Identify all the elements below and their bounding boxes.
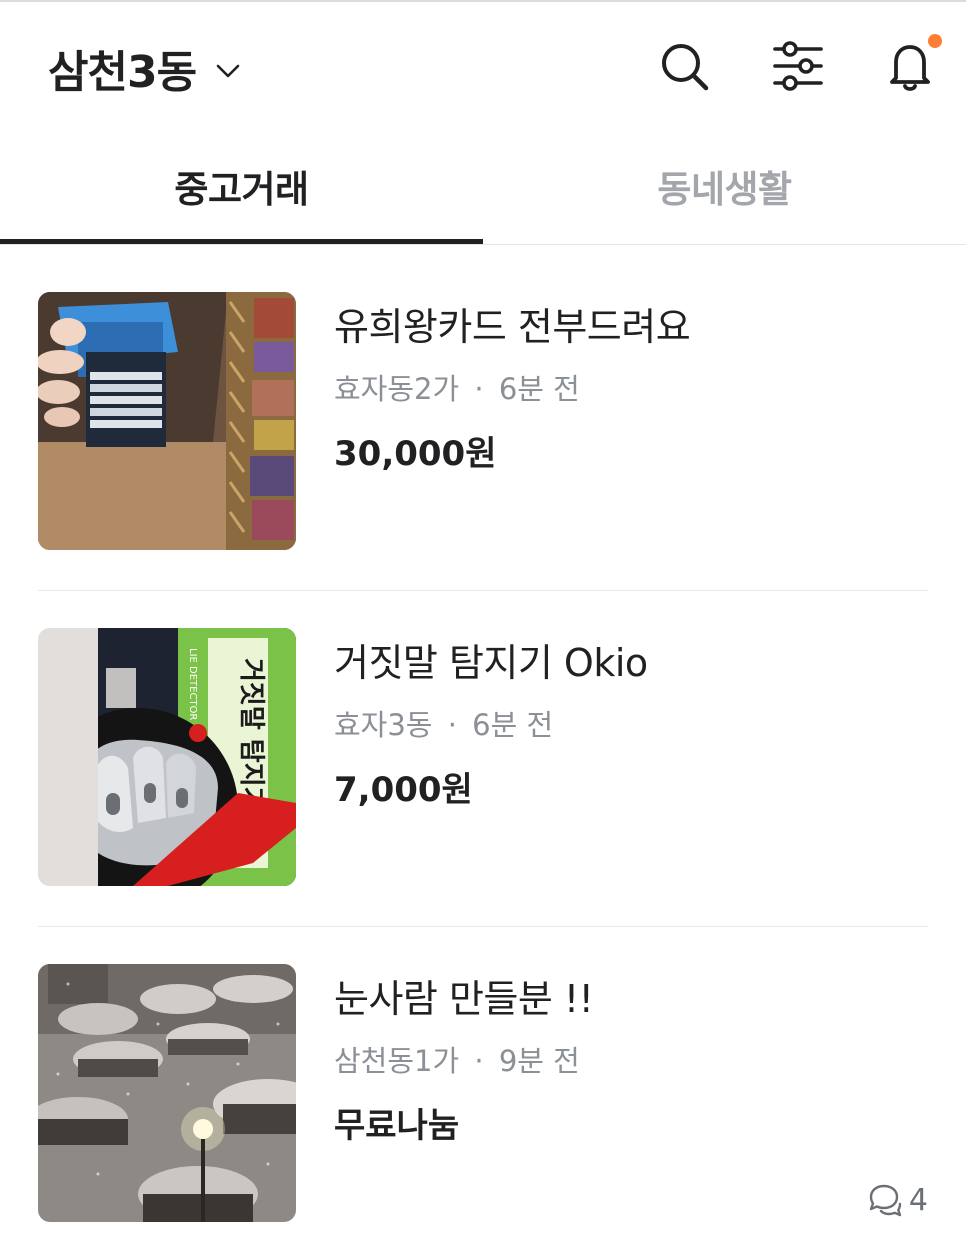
list-item[interactable]: 눈사람 만들분 !! 삼천동1가 · 9분 전 무료나눔 4 (38, 964, 928, 1224)
item-title: 거짓말 탐지기 Okio (334, 641, 648, 685)
search-icon (662, 44, 709, 91)
tab-neighborhood-life[interactable]: 동네생활 (483, 130, 966, 242)
item-thumbnail: 거짓말 탐지기 LIE DETECTOR 2 GAME MODE (38, 628, 296, 886)
list-item[interactable]: 거짓말 탐지기 LIE DETECTOR 2 GAME MODE 거짓말 탐지기… (38, 628, 928, 888)
notification-badge (928, 34, 942, 48)
tabs-divider (0, 244, 966, 245)
chat-bubble-icon (869, 1184, 902, 1217)
item-thumbnail (38, 964, 296, 1222)
item-thumbnail (38, 292, 296, 550)
item-price: 30,000원 (334, 434, 497, 474)
item-meta: 효자동2가 · 6분 전 (334, 366, 580, 408)
item-meta: 삼천동1가 · 9분 전 (334, 1038, 580, 1080)
chat-count: 4 (865, 1180, 928, 1220)
item-location: 삼천동1가 (334, 1044, 460, 1078)
item-location: 효자3동 (334, 708, 433, 742)
list-item[interactable]: 유희왕카드 전부드려요 효자동2가 · 6분 전 30,000원 (38, 292, 928, 552)
item-divider (38, 926, 928, 927)
location-label: 삼천3동 (48, 47, 197, 98)
search-button[interactable] (656, 38, 712, 94)
chat-count-value: 4 (908, 1182, 928, 1218)
notification-button[interactable] (882, 34, 942, 94)
meta-separator: · (474, 1044, 484, 1078)
item-time: 6분 전 (498, 372, 580, 406)
location-selector[interactable]: 삼천3동 (48, 36, 240, 100)
item-divider (38, 590, 928, 591)
item-title: 유희왕카드 전부드려요 (334, 305, 691, 349)
item-time: 6분 전 (472, 708, 554, 742)
item-price: 무료나눔 (334, 1106, 460, 1146)
item-title: 눈사람 만들분 !! (334, 977, 594, 1021)
meta-separator: · (447, 708, 457, 742)
chevron-down-icon (216, 63, 240, 79)
item-location: 효자동2가 (334, 372, 460, 406)
filter-icon (773, 41, 823, 91)
tab-used-trade[interactable]: 중고거래 (0, 130, 483, 242)
item-photo (38, 964, 296, 1222)
tab-bar: 중고거래 동네생활 (0, 130, 966, 245)
item-price: 7,000원 (334, 770, 473, 810)
box-text: 거짓말 탐지기 (236, 658, 266, 811)
item-photo (38, 292, 296, 550)
item-meta: 효자3동 · 6분 전 (334, 702, 553, 744)
item-time: 9분 전 (498, 1044, 580, 1078)
filter-button[interactable] (770, 38, 826, 94)
meta-separator: · (474, 372, 484, 406)
item-photo: 거짓말 탐지기 LIE DETECTOR 2 GAME MODE (38, 628, 296, 886)
header: 삼천3동 (0, 0, 966, 130)
